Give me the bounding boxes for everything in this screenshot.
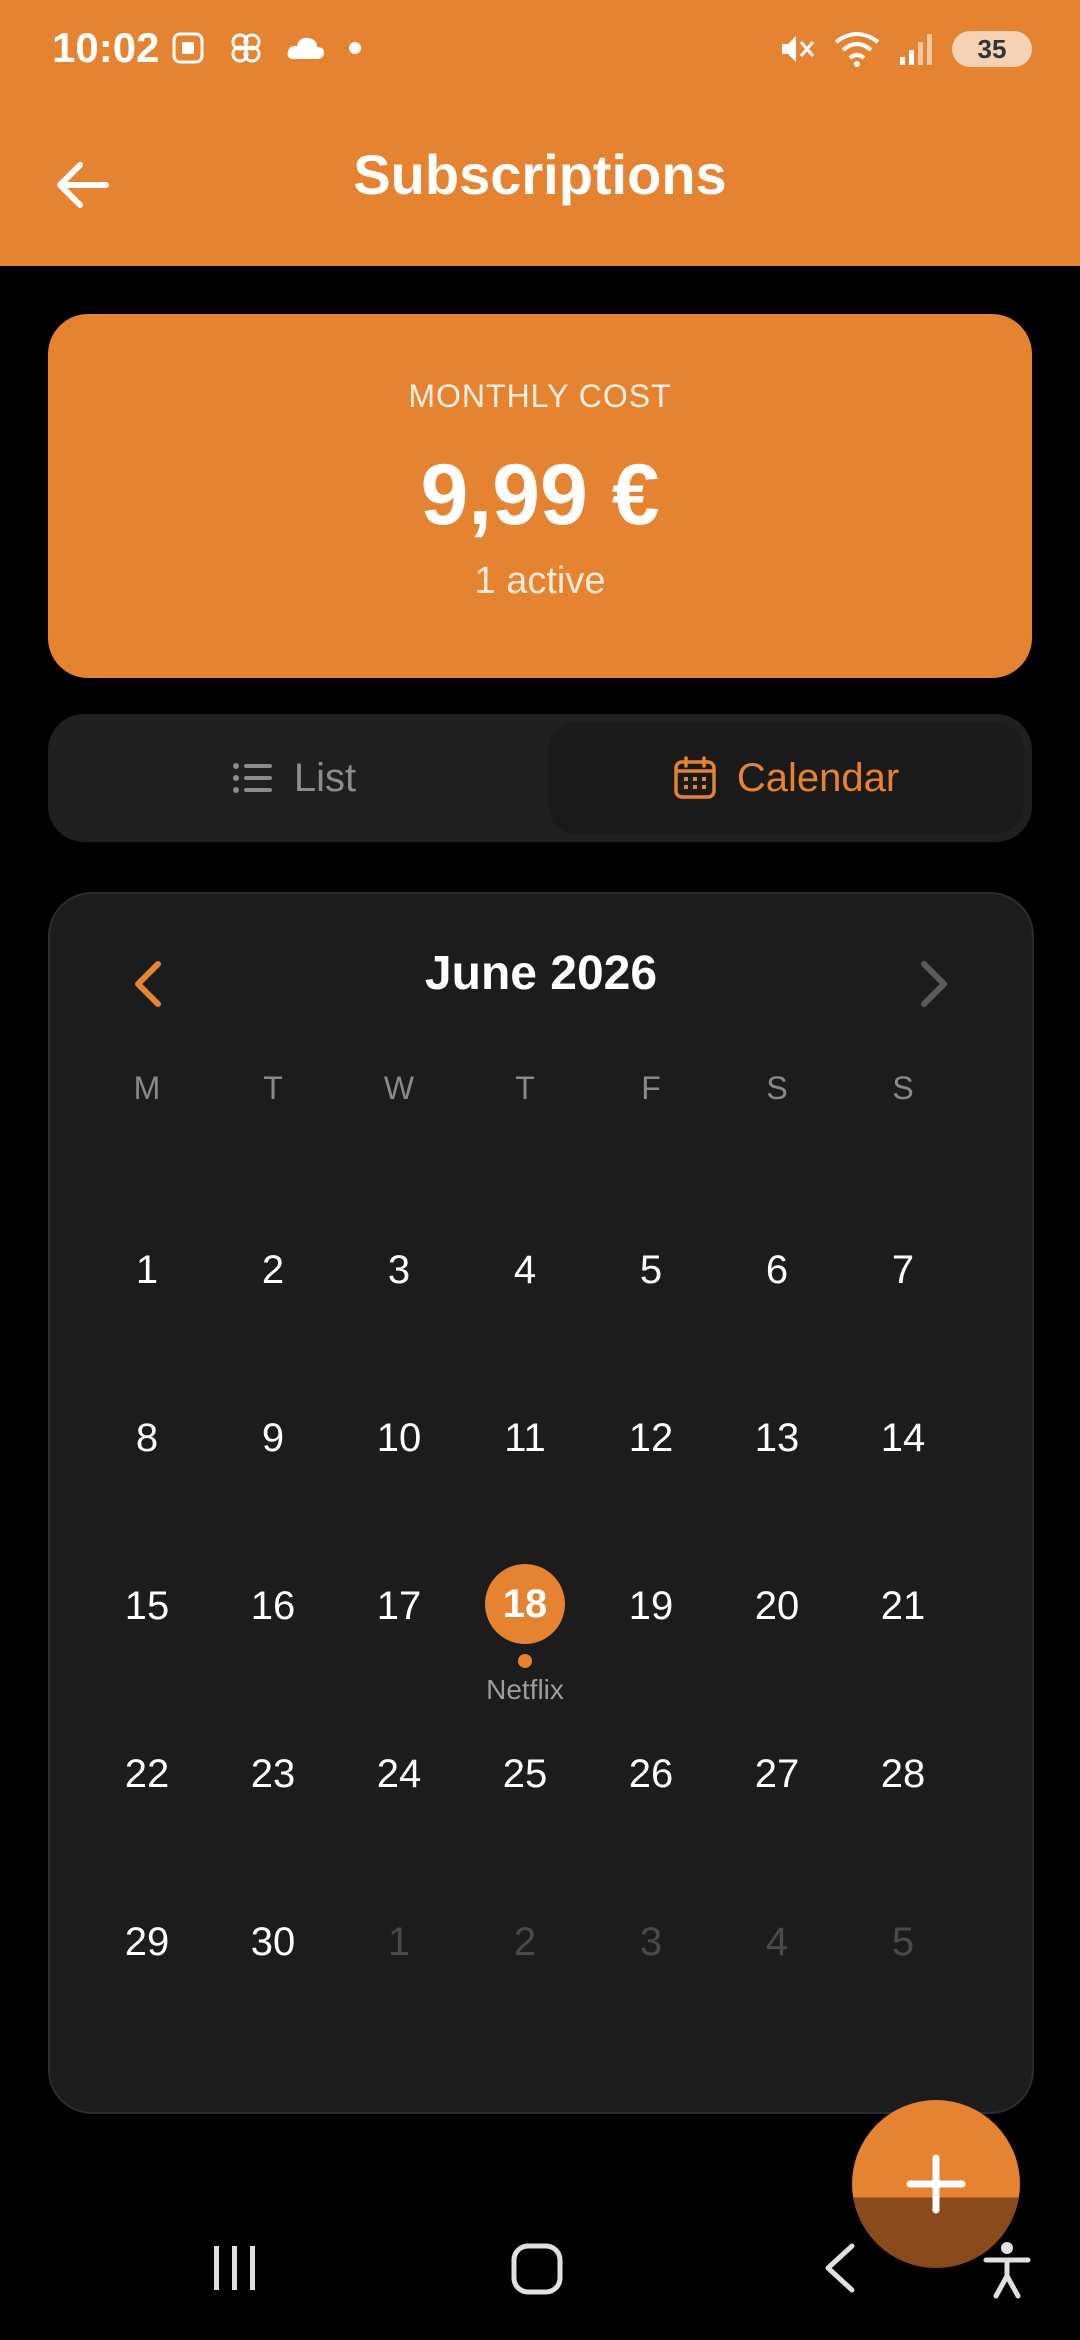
monthly-cost-card: MONTHLY COST 9,99 € 1 active [48,314,1032,678]
weekday-label: S [766,1070,788,1106]
wifi-icon [834,32,880,67]
active-count: 1 active [474,560,606,602]
calendar-icon [674,756,716,799]
weekday-label: F [641,1070,661,1106]
notification-dot-icon [349,42,361,54]
calendar-day[interactable]: 12 [588,1416,714,1461]
calendar-day[interactable]: 8 [84,1416,210,1461]
calendar-day[interactable]: 11 [462,1416,588,1461]
next-month-chevron-icon[interactable] [902,954,962,1014]
view-toggle: List Calendar [48,714,1032,842]
month-title: June 2026 [424,947,658,1000]
calendar-day[interactable]: 2 [210,1248,336,1293]
calendar-day-outside-month: 1 [387,1920,411,1964]
calendar-header: June 2026 [50,894,1032,1074]
status-left-icons [170,30,362,66]
calendar-day[interactable]: 17 [336,1584,462,1629]
status-bar: 10:02 35 [0,0,1080,100]
calendar-day[interactable]: 4 [462,1248,588,1293]
calendar-day[interactable]: 10 [336,1416,462,1461]
calendar-day[interactable]: 28 [840,1752,966,1797]
calendar-day[interactable]: 7 [840,1248,966,1293]
weekday-label: W [383,1070,415,1106]
calendar-day[interactable]: 9 [210,1416,336,1461]
weekday-label: M [133,1070,161,1106]
tab-list[interactable]: List [48,714,540,842]
list-icon [232,763,272,793]
event-dot [518,1654,532,1668]
status-time: 10:02 [52,24,160,71]
calendar-day-outside-month: 2 [513,1920,537,1964]
calendar-day[interactable]: 15 [84,1584,210,1629]
app-header: Subscriptions [0,100,1080,266]
calendar-day[interactable]: 1 [84,1248,210,1293]
system-nav-bar [0,2220,1080,2340]
calendar-day[interactable]: 30 [210,1920,336,1965]
calendar-day[interactable]: 20 [714,1584,840,1629]
signal-icon [900,34,932,65]
calendar-day-selected[interactable]: 18 [485,1564,565,1644]
calendar-day[interactable]: 3 [336,1248,462,1293]
calendar-day[interactable]: 26 [588,1752,714,1797]
calendar-day[interactable]: 5 [588,1248,714,1293]
home-icon[interactable] [510,2240,566,2296]
calendar-day-outside-month: 4 [765,1920,789,1964]
calendar-day[interactable]: 23 [210,1752,336,1797]
calendar-day[interactable]: 25 [462,1752,588,1797]
system-back-icon[interactable] [818,2240,858,2296]
calendar-day[interactable]: 21 [840,1584,966,1629]
top-app-bar: 10:02 35 Subscriptions [0,0,1080,266]
calendar-day[interactable]: 22 [84,1752,210,1797]
mute-icon [782,36,815,62]
tab-list-label: List [293,755,357,800]
calendar-day[interactable]: 6 [714,1248,840,1293]
tab-calendar[interactable]: Calendar [548,722,1024,834]
monthly-cost-label: MONTHLY COST [408,378,672,414]
calendar-day-outside-month: 5 [891,1920,915,1964]
calendar-day[interactable]: 19 [588,1584,714,1629]
monthly-cost-amount: 9,99 € [420,447,660,543]
weekday-label: T [515,1070,535,1106]
calendar-day[interactable]: 29 [84,1920,210,1965]
battery-indicator: 35 [952,31,1032,67]
calendar-day[interactable]: 14 [840,1416,966,1461]
weekday-label: S [892,1070,914,1106]
calendar-day[interactable]: 13 [714,1416,840,1461]
calendar-day-outside-month: 3 [639,1920,663,1964]
screenshot-icon [172,32,204,64]
pinwheel-icon [231,33,261,63]
accessibility-icon[interactable] [982,2240,1032,2300]
weekday-label: T [263,1070,283,1106]
page-title: Subscriptions [353,143,727,206]
event-label: Netflix [486,1674,564,1705]
calendar-day[interactable]: 16 [210,1584,336,1629]
status-right-icons: 35 [778,30,1032,68]
tab-calendar-label: Calendar [736,755,900,800]
recent-apps-icon[interactable] [210,2240,260,2296]
calendar-card: June 2026 MTWTFSS 1 2 3 4 5 6 7 8 9 10 11 12 13 14 15 1… [48,892,1034,2114]
calendar-day[interactable]: 27 [714,1752,840,1797]
calendar-day[interactable]: 24 [336,1752,462,1797]
cloud-icon [287,37,325,59]
